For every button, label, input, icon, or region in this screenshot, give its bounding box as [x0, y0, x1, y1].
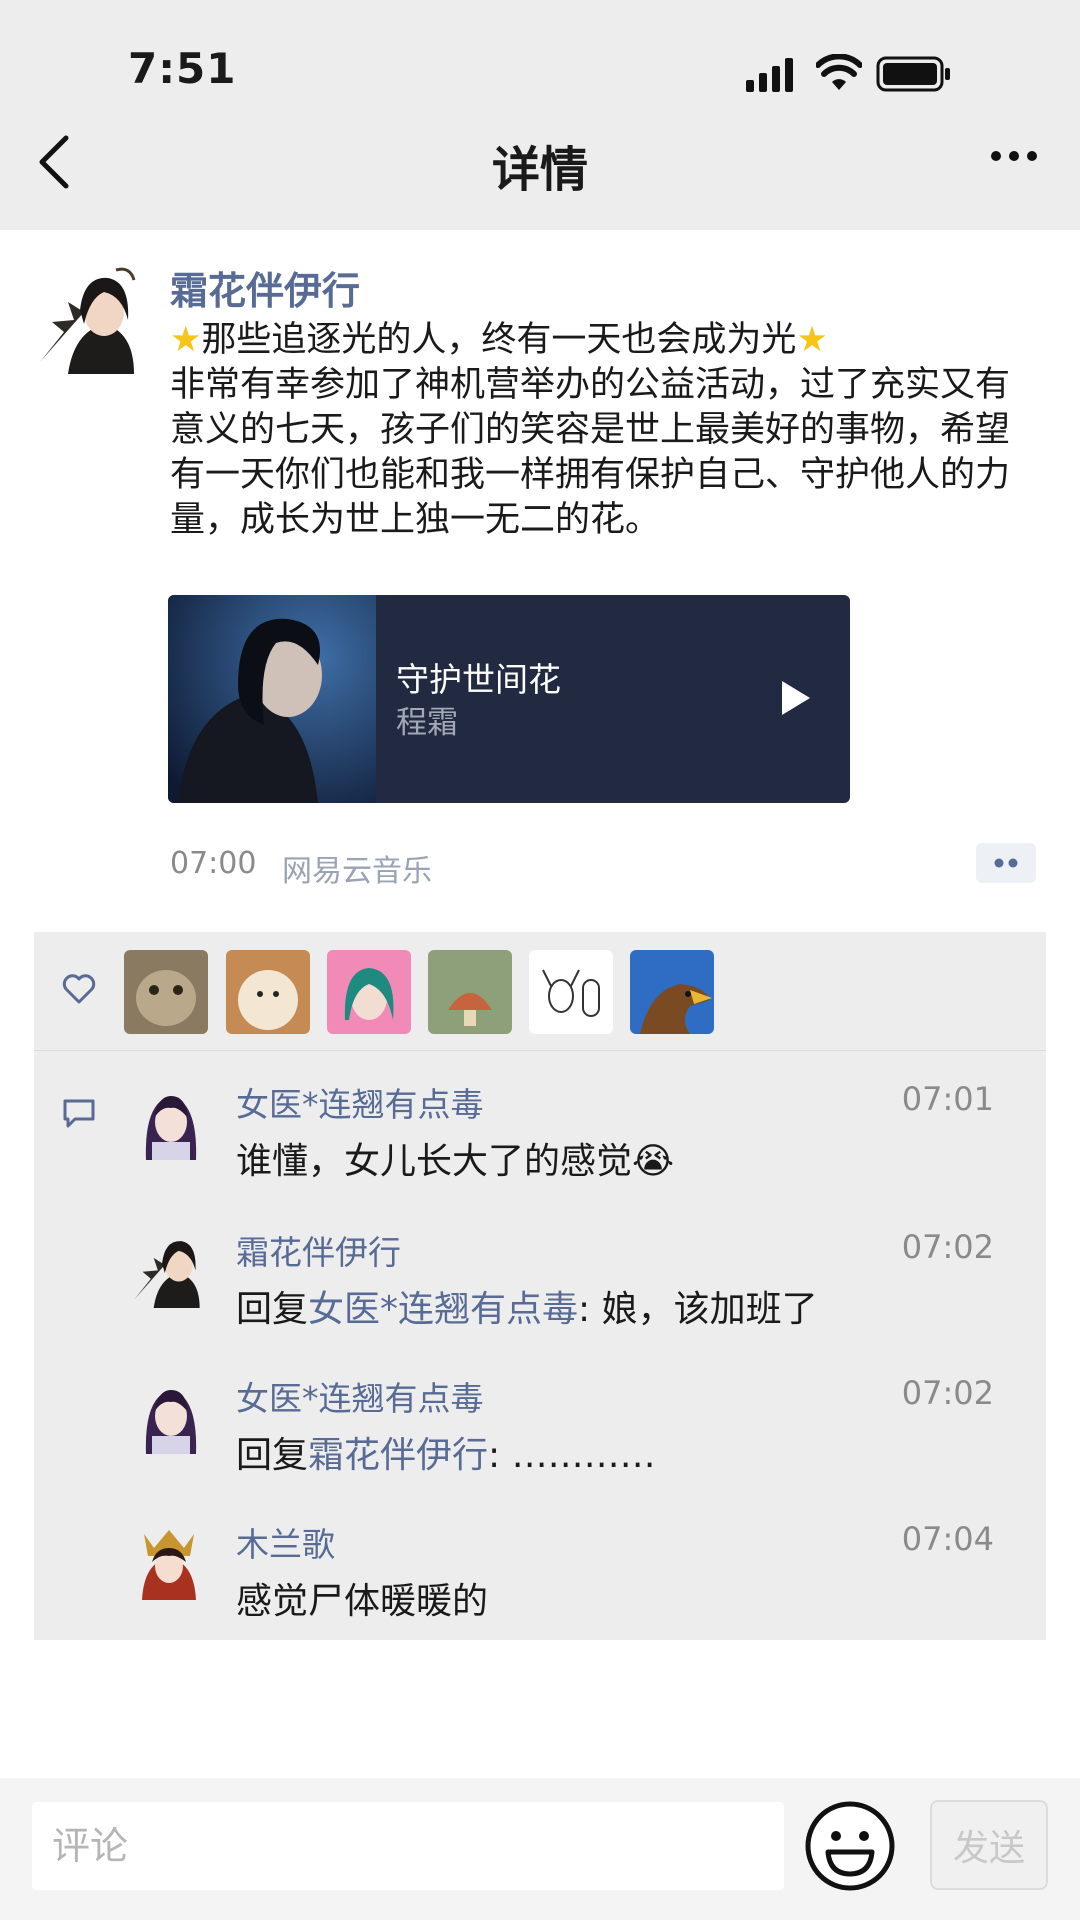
divider: [34, 1050, 1046, 1051]
heart-icon: [62, 974, 96, 1004]
like-avatar[interactable]: [630, 950, 714, 1034]
like-avatar[interactable]: [529, 950, 613, 1034]
author-avatar[interactable]: [34, 262, 146, 374]
comment-text-content: : 娘，该加班了: [578, 1289, 818, 1330]
like-avatar[interactable]: [428, 950, 512, 1034]
comment-time: 07:02: [901, 1374, 994, 1412]
comment-time: 07:04: [901, 1520, 994, 1558]
post-body-line: 非常有幸参加了神机营举办的公益活动，过了充实又有: [170, 365, 1011, 405]
post-headline-line: ★那些追逐光的人，终有一天也会成为光★: [170, 318, 1040, 363]
music-title: 守护世间花: [396, 660, 561, 699]
commenter-name[interactable]: 霜花伴伊行: [236, 1226, 401, 1274]
like-avatar[interactable]: [124, 950, 208, 1034]
star-icon: ★: [170, 320, 202, 360]
comment-icon: [63, 1099, 95, 1128]
post-body-line: 量，成长为世上独一无二的花。: [170, 500, 661, 540]
commenter-name[interactable]: 女医*连翘有点毒: [236, 1372, 484, 1420]
like-avatar[interactable]: [226, 950, 310, 1034]
status-time: 7:51: [128, 44, 237, 93]
more-dots-icon: [994, 858, 1018, 868]
commenter-avatar[interactable]: [132, 1082, 210, 1160]
crying-emoji: 😭: [632, 1141, 675, 1182]
comment-input[interactable]: [32, 1802, 784, 1890]
commenter-name[interactable]: 木兰歌: [236, 1518, 335, 1566]
post-actions-button[interactable]: [976, 843, 1036, 883]
emoji-icon[interactable]: [804, 1800, 896, 1892]
commenter-avatar[interactable]: [130, 1522, 208, 1600]
music-cover: [168, 595, 376, 803]
comment-text: 回复霜花伴伊行: …………: [236, 1426, 656, 1478]
reply-prefix: 回复: [236, 1289, 309, 1330]
reply-prefix: 回复: [236, 1435, 309, 1476]
comment-text: 感觉尸体暖暖的: [236, 1581, 489, 1622]
post-body-line: 有一天你们也能和我一样拥有保护自己、守护他人的力: [170, 455, 1011, 495]
comment-text-content: : …………: [488, 1435, 656, 1476]
wifi-icon: [816, 54, 862, 90]
comment-text: 谁懂，女儿长大了的感觉😭: [236, 1132, 674, 1184]
comment-text-content: 谁懂，女儿长大了的感觉: [236, 1141, 633, 1182]
reply-to-name[interactable]: 霜花伴伊行: [308, 1435, 488, 1476]
music-artist: 程霜: [396, 705, 458, 741]
play-icon[interactable]: [780, 679, 812, 717]
commenter-avatar[interactable]: [130, 1230, 208, 1308]
reply-to-name[interactable]: 女医*连翘有点毒: [308, 1289, 578, 1330]
comment-text: 回复女医*连翘有点毒: 娘，该加班了: [236, 1280, 818, 1332]
battery-icon: [876, 56, 950, 92]
author-name[interactable]: 霜花伴伊行: [170, 260, 360, 315]
signal-icon: [746, 58, 793, 92]
commenter-avatar[interactable]: [132, 1376, 210, 1454]
post-time: 07:00: [170, 846, 257, 881]
comment-time: 07:02: [901, 1228, 994, 1266]
post-source[interactable]: 网易云音乐: [282, 846, 432, 890]
send-button[interactable]: 发送: [930, 1800, 1048, 1890]
comment-time: 07:01: [901, 1080, 994, 1118]
music-card[interactable]: 守护世间花 程霜: [168, 595, 850, 803]
commenter-name[interactable]: 女医*连翘有点毒: [236, 1078, 484, 1126]
more-dots-icon[interactable]: [990, 150, 1038, 162]
post-body-line: 意义的七天，孩子们的笑容是世上最美好的事物，希望: [170, 410, 1011, 450]
post-text: ★那些追逐光的人，终有一天也会成为光★ 非常有幸参加了神机营举办的公益活动，过了…: [170, 318, 1040, 543]
like-avatar[interactable]: [327, 950, 411, 1034]
post-headline: 那些追逐光的人，终有一天也会成为光: [201, 320, 797, 360]
page-title: 详情: [491, 142, 588, 198]
star-icon: ★: [796, 320, 828, 360]
